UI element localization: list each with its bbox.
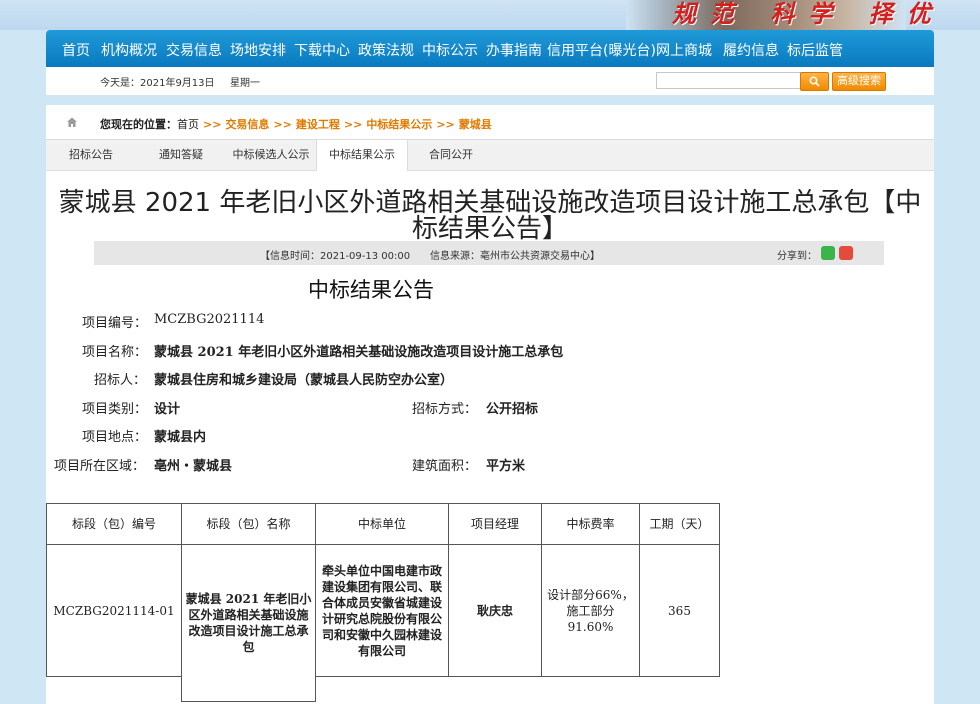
- area-value: 平方米: [486, 459, 526, 474]
- table-header: 项目经理: [448, 503, 542, 545]
- search-button[interactable]: [800, 72, 829, 91]
- category-label: 项目类别：: [82, 402, 148, 417]
- breadcrumb-award-results[interactable]: 中标结果公示: [366, 118, 432, 131]
- current-weekday: 星期一: [230, 78, 260, 89]
- table-header: 标段（包）编号: [46, 503, 182, 545]
- area-label: 建筑面积：: [412, 459, 478, 474]
- table-cell-section-name: 蒙城县 2021 年老旧小区外道路相关基础设施改造项目设计施工总承包: [181, 544, 316, 702]
- weibo-icon[interactable]: [839, 246, 853, 260]
- table-cell-duration: 365: [639, 544, 720, 677]
- nav-home[interactable]: 首页: [62, 40, 90, 60]
- current-date: 今天是：2021年9月13日: [100, 78, 215, 89]
- breadcrumb-separator: >>: [273, 118, 292, 131]
- info-bar: 【信息时间：2021-09-13 00:00 信息来源：亳州市公共资源交易中心】…: [94, 241, 884, 265]
- nav-credit-platform[interactable]: 信用平台(曝光台): [547, 40, 656, 60]
- article-title: 蒙城县 2021 年老旧小区外道路相关基础设施改造项目设计施工总承包【中标结果公…: [58, 188, 922, 244]
- tab-award-results[interactable]: 中标结果公示: [316, 140, 408, 171]
- nav-transactions[interactable]: 交易信息: [166, 40, 222, 60]
- table-header: 标段（包）名称: [181, 503, 316, 545]
- tab-tender-notice[interactable]: 招标公告: [46, 140, 136, 170]
- breadcrumb-separator: >>: [436, 118, 455, 131]
- info-source: 信息来源：亳州市公共资源交易中心】: [430, 251, 600, 262]
- tab-contracts[interactable]: 合同公开: [406, 140, 496, 170]
- breadcrumb-construction[interactable]: 建设工程: [296, 118, 340, 131]
- location-label: 项目地点：: [82, 430, 148, 445]
- table-header: 中标费率: [541, 503, 640, 545]
- nav-downloads[interactable]: 下载中心: [294, 40, 350, 60]
- top-bar: 今天是：2021年9月13日 星期一 高级搜索: [46, 67, 934, 95]
- breadcrumb-mengcheng[interactable]: 蒙城县: [459, 118, 492, 131]
- award-table: 标段（包）编号 标段（包）名称 中标单位 项目经理 中标费率 工期（天） MCZ…: [46, 503, 720, 702]
- nav-online-mall[interactable]: 网上商城: [656, 40, 712, 60]
- project-name-value: 蒙城县 2021 年老旧小区外道路相关基础设施改造项目设计施工总承包: [154, 345, 564, 360]
- breadcrumb-separator: >>: [203, 118, 222, 131]
- breadcrumb: 您现在的位置：首页 >> 交易信息 >> 建设工程 >> 中标结果公示 >> 蒙城县: [46, 105, 934, 139]
- project-name-label: 项目名称：: [82, 345, 148, 360]
- nav-performance[interactable]: 履约信息: [723, 40, 779, 60]
- table-header: 中标单位: [315, 503, 449, 545]
- main-content: 您现在的位置：首页 >> 交易信息 >> 建设工程 >> 中标结果公示 >> 蒙城县 招标公告 …: [46, 105, 934, 704]
- method-value: 公开招标: [486, 402, 539, 417]
- tab-qa-notice[interactable]: 通知答疑: [136, 140, 226, 170]
- info-time: 【信息时间：2021-09-13 00:00: [260, 251, 411, 262]
- nav-organization[interactable]: 机构概况: [101, 40, 157, 60]
- table-header: 工期（天）: [639, 503, 720, 545]
- nav-guide[interactable]: 办事指南: [486, 40, 542, 60]
- tab-candidates[interactable]: 中标候选人公示: [226, 140, 316, 170]
- breadcrumb-label: 您现在的位置：: [100, 118, 177, 131]
- project-no-value: MCZBG2021114: [154, 312, 265, 327]
- project-no-label: 项目编号：: [82, 316, 148, 331]
- wechat-icon[interactable]: [821, 246, 835, 260]
- nav-award-notices[interactable]: 中标公示: [422, 40, 478, 60]
- home-icon: [67, 117, 77, 127]
- nav-venue[interactable]: 场地安排: [230, 40, 286, 60]
- method-label: 招标方式：: [412, 402, 478, 417]
- breadcrumb-home[interactable]: 首页: [177, 118, 199, 131]
- search-input[interactable]: [656, 72, 802, 89]
- breadcrumb-separator: >>: [343, 118, 363, 131]
- share-label: 分享到：: [777, 251, 817, 262]
- region-value: 亳州・蒙城县: [154, 459, 233, 474]
- banner-slogan: 规范 科学 择优: [672, 0, 945, 28]
- nav-policies[interactable]: 政策法规: [358, 40, 414, 60]
- nav-post-award[interactable]: 标后监管: [787, 40, 843, 60]
- search-icon: [809, 76, 820, 87]
- table-cell-rate: 设计部分66%，施工部分 91.60%: [541, 544, 640, 677]
- table-cell-winner: 牵头单位中国电建市政建设集团有限公司、联合体成员安徽省城建设计研究总院股份有限公…: [315, 544, 449, 677]
- document-heading: 中标结果公告: [308, 278, 434, 302]
- category-tabs: 招标公告 通知答疑 中标候选人公示 中标结果公示 合同公开: [46, 139, 934, 171]
- location-value: 蒙城县内: [154, 430, 207, 445]
- breadcrumb-transactions[interactable]: 交易信息: [225, 118, 269, 131]
- tenderer-value: 蒙城县住房和城乡建设局（蒙城县人民防空办公室）: [154, 373, 454, 388]
- spacer: [46, 95, 934, 105]
- main-nav: 首页 机构概况 交易信息 场地安排 下载中心 政策法规 中标公示 办事指南 信用…: [46, 30, 934, 67]
- advanced-search-button[interactable]: 高级搜索: [832, 72, 886, 91]
- tenderer-label: 招标人：: [94, 373, 147, 388]
- table-cell-section-no: MCZBG2021114-01: [46, 544, 182, 677]
- region-label: 项目所在区域：: [54, 459, 146, 474]
- table-cell-manager: 耿庆忠: [448, 544, 542, 677]
- category-value: 设计: [154, 402, 181, 417]
